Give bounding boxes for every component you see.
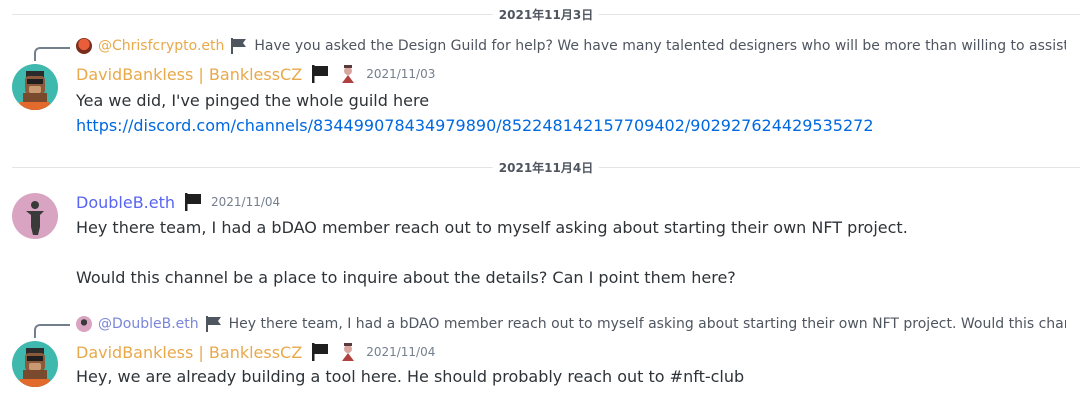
avatar[interactable] (12, 341, 58, 387)
timestamp: 2021/11/04 (366, 345, 436, 359)
flag-icon (231, 38, 247, 54)
message-link[interactable]: https://discord.com/channels/83449907843… (76, 116, 874, 135)
timestamp: 2021/11/04 (211, 195, 281, 209)
flag-icon (185, 193, 202, 211)
reply-avatar-icon (76, 316, 92, 332)
date-divider: 2021年11月3日 (12, 6, 1080, 23)
avatar[interactable] (12, 64, 58, 110)
reply-text: Hey there team, I had a bDAO member reac… (228, 316, 1066, 332)
author-name[interactable]: DoubleB.eth (76, 193, 175, 212)
date-divider-label: 2021年11月4日 (492, 159, 600, 176)
message-text: Hey there team, I had a bDAO member reac… (76, 218, 908, 237)
reply-avatar-icon (76, 38, 92, 54)
message-header: DavidBankless | BanklessCZ 2021/11/04 (76, 342, 435, 362)
message-header: DavidBankless | BanklessCZ 2021/11/03 (76, 64, 435, 84)
figure-avatar-icon (26, 201, 44, 235)
role-badge-icon (342, 65, 355, 83)
reply-connector (34, 324, 70, 338)
reply-preview[interactable]: @Chrisfcrypto.eth Have you asked the Des… (76, 38, 1066, 54)
flag-icon (205, 316, 221, 332)
reply-mention[interactable]: @Chrisfcrypto.eth (98, 38, 224, 54)
message-text: Would this channel be a place to inquire… (76, 268, 736, 287)
reply-text: Have you asked the Design Guild for help… (254, 38, 1066, 54)
reply-preview[interactable]: @DoubleB.eth Hey there team, I had a bDA… (76, 316, 1066, 332)
message-header: DoubleB.eth 2021/11/04 (76, 192, 280, 212)
date-divider-label: 2021年11月3日 (492, 6, 600, 23)
role-badge-icon (342, 343, 355, 361)
avatar[interactable] (12, 193, 58, 239)
date-divider: 2021年11月4日 (12, 159, 1080, 176)
author-name[interactable]: DavidBankless | BanklessCZ (76, 343, 302, 362)
flag-icon (312, 343, 329, 361)
reply-mention[interactable]: @DoubleB.eth (98, 316, 199, 332)
ape-avatar-icon (20, 71, 50, 110)
reply-connector (34, 47, 70, 61)
timestamp: 2021/11/03 (366, 67, 436, 81)
message-text: Yea we did, I've pinged the whole guild … (76, 91, 430, 110)
message-text: Hey, we are already building a tool here… (76, 367, 745, 386)
author-name[interactable]: DavidBankless | BanklessCZ (76, 65, 302, 84)
flag-icon (312, 65, 329, 83)
ape-avatar-icon (20, 348, 50, 387)
